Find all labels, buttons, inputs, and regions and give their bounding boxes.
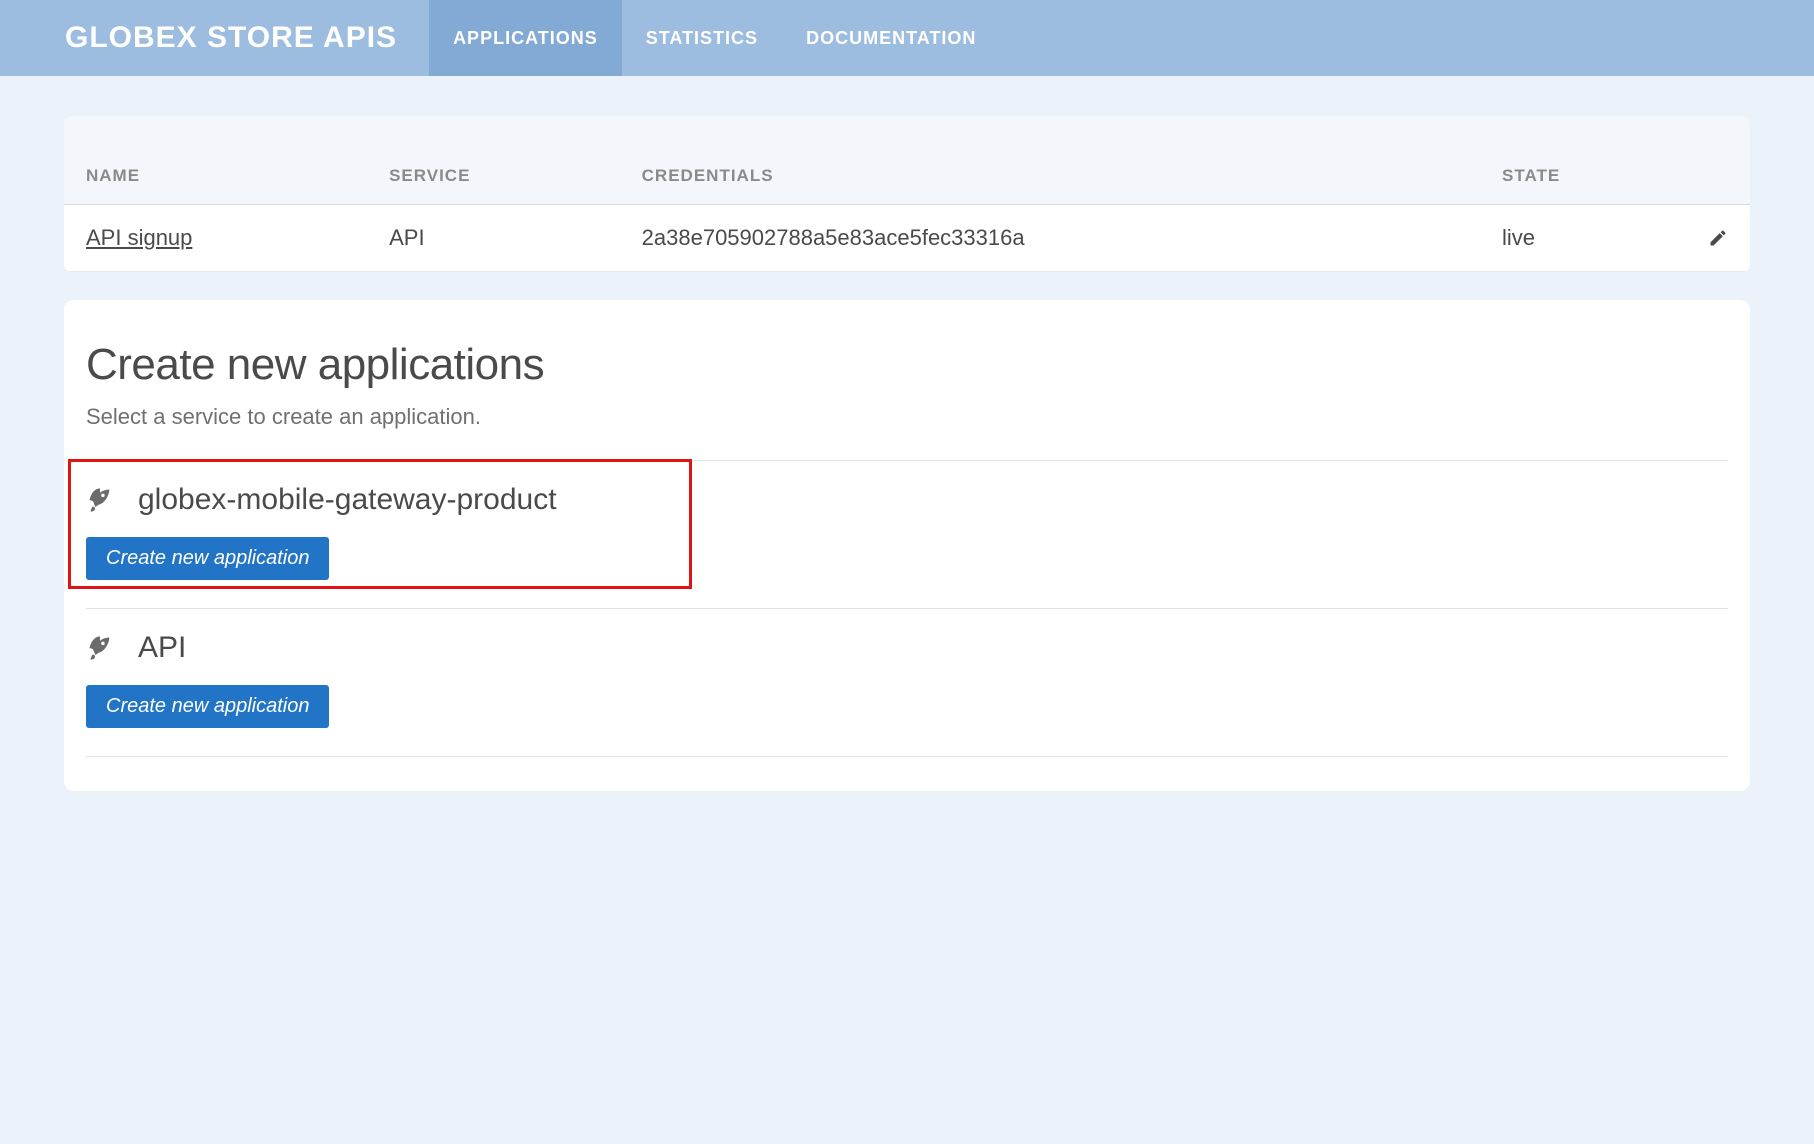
nav-documentation[interactable]: DOCUMENTATION [782,0,1000,76]
rocket-icon [86,634,114,662]
applications-table-card: NAME SERVICE CREDENTIALS STATE API signu… [64,116,1750,272]
col-credentials: CREDENTIALS [620,166,1480,205]
create-title: Create new applications [86,340,1728,390]
edit-button[interactable] [1686,205,1750,272]
service-name: globex-mobile-gateway-product [138,483,557,517]
col-state: STATE [1480,166,1686,205]
create-new-application-button[interactable]: Create new application [86,685,329,728]
service-name: API [138,631,186,665]
create-new-application-button[interactable]: Create new application [86,537,329,580]
applications-table: NAME SERVICE CREDENTIALS STATE API signu… [64,166,1750,272]
create-applications-card: Create new applications Select a service… [64,300,1750,791]
service-block-api: API Create new application [86,609,1728,757]
service-heading: API [86,631,1728,665]
pencil-icon [1708,228,1728,248]
app-state: live [1480,205,1686,272]
brand-title: GLOBEX STORE APIS [65,21,397,55]
service-heading: globex-mobile-gateway-product [86,483,1728,517]
app-credentials: 2a38e705902788a5e83ace5fec33316a [620,205,1480,272]
top-nav-bar: GLOBEX STORE APIS APPLICATIONS STATISTIC… [0,0,1814,76]
col-actions [1686,166,1750,205]
service-block-globex-mobile-gateway-product: globex-mobile-gateway-product Create new… [86,461,1728,609]
app-name-link[interactable]: API signup [86,225,192,250]
col-service: SERVICE [367,166,620,205]
rocket-icon [86,486,114,514]
nav: APPLICATIONS STATISTICS DOCUMENTATION [429,0,1000,76]
create-subtitle: Select a service to create an applicatio… [86,404,1728,430]
nav-applications[interactable]: APPLICATIONS [429,0,622,76]
app-service: API [367,205,620,272]
nav-statistics[interactable]: STATISTICS [622,0,782,76]
table-row: API signup API 2a38e705902788a5e83ace5fe… [64,205,1750,272]
col-name: NAME [64,166,367,205]
